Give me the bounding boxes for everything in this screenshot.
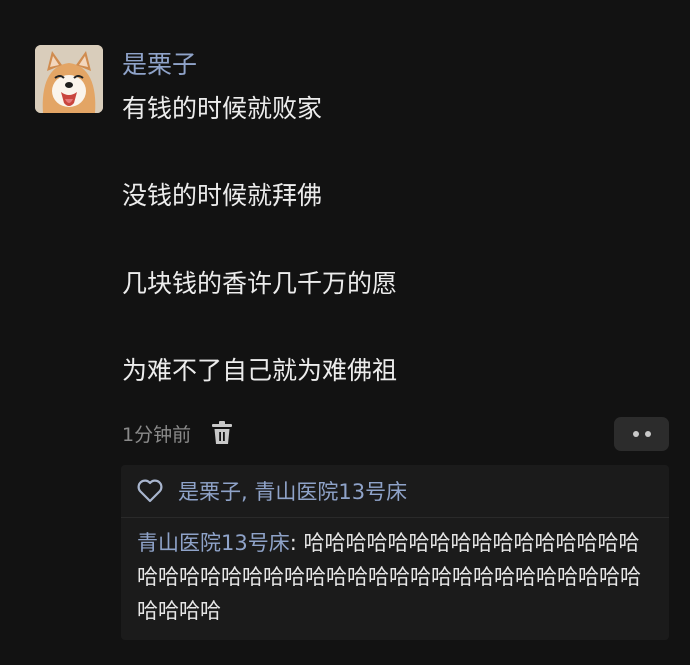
post-line: 没钱的时候就拜佛 xyxy=(122,181,323,211)
more-dots-icon xyxy=(644,431,651,437)
likes-row: 是栗子, 青山医院13号床 xyxy=(136,473,407,509)
divider xyxy=(121,517,669,518)
more-dots-icon xyxy=(632,431,639,437)
likes-names[interactable]: 是栗子, 青山医院13号床 xyxy=(178,476,407,506)
reply-separator: : xyxy=(289,531,304,555)
post-line: 几块钱的香许几千万的愿 xyxy=(122,268,398,298)
more-options-button[interactable] xyxy=(614,417,669,451)
shiba-dog-avatar-icon xyxy=(35,45,103,113)
post-line: 为难不了自己就为难佛祖 xyxy=(122,355,398,385)
post-timestamp: 1分钟前 xyxy=(122,423,192,446)
avatar[interactable] xyxy=(35,45,103,113)
post-username[interactable]: 是栗子 xyxy=(122,48,197,82)
trash-icon xyxy=(212,421,233,444)
post-content: 有钱的时候就败家 没钱的时候就拜佛 几块钱的香许几千万的愿 为难不了自己就为难佛… xyxy=(122,92,662,388)
post-line: 有钱的时候就败家 xyxy=(122,94,323,123)
delete-button[interactable] xyxy=(209,419,235,447)
reply-author[interactable]: 青山医院13号床 xyxy=(137,531,290,555)
reply-comment[interactable]: 青山医院13号床: 哈哈哈哈哈哈哈哈哈哈哈哈哈哈哈哈哈哈哈哈哈哈哈哈哈哈哈哈哈哈… xyxy=(137,526,659,628)
interaction-panel: 是栗子, 青山医院13号床 青山医院13号床: 哈哈哈哈哈哈哈哈哈哈哈哈哈哈哈哈… xyxy=(121,465,669,640)
post-meta: 1分钟前 xyxy=(122,418,235,448)
heart-outline-icon[interactable] xyxy=(136,478,164,504)
